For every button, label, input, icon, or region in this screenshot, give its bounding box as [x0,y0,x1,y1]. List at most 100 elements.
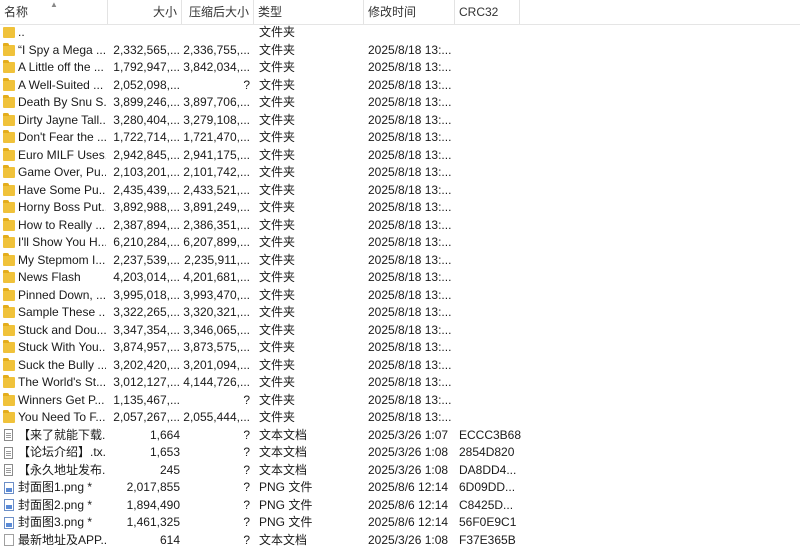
file-name: 封面图2.png * [18,497,93,512]
column-header-crc32[interactable]: CRC32 [455,0,520,24]
file-size: 2,237,539,... [113,252,180,267]
file-packed-size: 2,235,911,... [184,252,250,267]
column-header-name[interactable]: 名称 ▲ [0,0,108,24]
file-crc32 [459,24,521,42]
file-crc32 [459,269,521,287]
file-row[interactable]: My Stepmom I... 2,237,539,... 2,235,911,..… [0,252,800,270]
file-size: 3,892,988,... [113,200,180,214]
file-name: “I Spy a Mega ... [18,42,106,57]
column-header-type[interactable]: 类型 [254,0,364,24]
file-type: PNG 文件 [259,497,313,512]
folder-icon [3,77,15,91]
file-row[interactable]: Game Over, Pu... 2,103,201,... 2,101,742,.… [0,164,800,182]
file-packed-size: ? [243,480,250,494]
file-packed-size: 6,207,899,... [183,235,250,249]
file-list: .. 文件夹 “I Spy a Mega ... 2,332,565,... 2,336… [0,24,800,549]
file-packed-size: 3,320,321,... [183,305,250,319]
file-size: 3,280,404,... [113,112,180,127]
file-row[interactable]: Stuck With You... 3,874,957,... 3,873,575,… [0,339,800,357]
file-row[interactable]: Horny Boss Put... 3,892,988,... 3,891,249,… [0,199,800,217]
file-size: 2,387,894,... [113,217,180,232]
file-row[interactable]: 【论坛介绍】.tx... 1,653? 文本文档 2025/3/26 1:08 2854… [0,444,800,462]
file-packed-size: 2,101,742,... [183,165,250,179]
file-type: 文本文档 [259,445,308,459]
file-type: 文件夹 [259,340,296,354]
file-row[interactable]: 封面图2.png * 1,894,490? PNG 文件 2025/8/6 12:14… [0,497,800,515]
file-name: Game Over, Pu... [18,165,106,179]
file-modified: 2025/8/18 13:... [368,392,452,407]
file-crc32: 6D09DD... [459,480,516,494]
column-header-modified[interactable]: 修改时间 [364,0,455,24]
file-row[interactable]: Dirty Jayne Tall... 3,280,404,... 3,279,10… [0,112,800,130]
folder-icon [3,357,15,371]
file-type: 文件夹 [259,147,296,162]
file-crc32 [459,147,521,165]
file-size: 614 [159,532,180,547]
file-packed-size: 3,842,034,... [183,60,250,74]
file-row[interactable]: Stuck and Dou... 3,347,354,... 3,346,065,.… [0,322,800,340]
file-row[interactable]: “I Spy a Mega ... 2,332,565,... 2,336,755,… [0,42,800,60]
column-header-packed-size[interactable]: 压缩后大小 [182,0,254,24]
file-modified: 2025/8/18 13:... [368,77,452,92]
file-row[interactable]: How to Really ... 2,387,894,... 2,386,351,… [0,217,800,235]
column-header-size[interactable]: 大小 [108,0,182,24]
file-row[interactable]: Winners Get P... 1,135,467,...? 文件夹 2025/8/… [0,392,800,410]
file-row[interactable]: A Little off the ... 1,792,947,... 3,842,0… [0,59,800,77]
file-packed-size [182,24,250,42]
text-file-icon [4,446,13,459]
file-size: 6,210,284,... [113,235,180,249]
file-row[interactable]: Pinned Down, ... 3,995,018,... 3,993,470,.… [0,287,800,305]
file-row[interactable]: Suck the Bully ... 3,202,420,... 3,201,094… [0,357,800,375]
file-name: 封面图3.png * [18,515,93,529]
folder-icon [3,322,15,336]
file-packed-size: ? [243,445,250,459]
file-size: 2,435,439,... [113,182,180,197]
file-row[interactable]: Death By Snu S... 3,899,246,... 3,897,706,… [0,94,800,112]
folder-icon [3,217,15,231]
file-row[interactable]: 封面图3.png * 1,461,325? PNG 文件 2025/8/6 12:14… [0,514,800,532]
file-crc32 [459,182,521,200]
file-crc32: F37E365B [459,532,516,547]
file-row[interactable]: News Flash 4,203,014,... 4,201,681,... 文件夹 2… [0,269,800,287]
file-row[interactable]: 【来了就能下载... 1,664? 文本文档 2025/3/26 1:07 ECCC3B… [0,427,800,445]
file-name: Pinned Down, ... [18,287,106,302]
file-row[interactable]: 【永久地址发布... 245? 文本文档 2025/3/26 1:08 DA8DD4..… [0,462,800,480]
file-row[interactable]: .. 文件夹 [0,24,800,42]
file-size: 2,103,201,... [113,165,180,179]
file-row[interactable]: 最新地址及APP... 614? 文本文档 2025/3/26 1:08 F37E365… [0,532,800,550]
file-name: A Little off the ... [18,60,104,74]
folder-icon [3,410,15,423]
file-row[interactable]: The World's St... 3,012,127,... 4,144,726,… [0,374,800,392]
file-crc32 [459,164,521,182]
file-crc32 [459,94,521,112]
file-type: 文件夹 [259,410,296,424]
file-size: 1,792,947,... [113,60,180,74]
file-type: 文件夹 [259,305,296,319]
file-name: A Well-Suited ... [18,77,104,92]
file-row[interactable]: I'll Show You H... 6,210,284,... 6,207,899… [0,234,800,252]
file-packed-size: 3,891,249,... [183,200,250,214]
folder-icon [3,42,15,56]
file-crc32 [459,77,521,95]
file-size: 3,012,127,... [113,375,180,389]
file-row[interactable]: Sample These ... 3,322,265,... 3,320,321,.… [0,304,800,322]
column-header-name-label: 名称 [4,5,29,19]
file-crc32 [459,234,521,252]
file-modified: 2025/8/18 13:... [368,322,452,337]
folder-icon [3,182,15,196]
file-row[interactable]: 封面图1.png * 2,017,855? PNG 文件 2025/8/6 12:14… [0,479,800,497]
file-row[interactable]: Euro MILF Uses... 2,942,845,... 2,941,175,… [0,147,800,165]
file-modified: 2025/8/18 13:... [368,130,452,144]
file-size: 2,017,855 [126,480,180,494]
file-crc32 [459,112,521,130]
file-name: Horny Boss Put... [18,200,106,214]
file-row[interactable]: You Need To F... 2,057,267,... 2,055,444,.… [0,409,800,427]
file-name: Dirty Jayne Tall... [18,112,106,127]
file-row[interactable]: Have Some Pu... 2,435,439,... 2,433,521,..… [0,182,800,200]
file-name: 【来了就能下载... [18,427,106,442]
file-row[interactable]: Don't Fear the ... 1,722,714,... 1,721,470… [0,129,800,147]
file-row[interactable]: A Well-Suited ... 2,052,098,...? 文件夹 2025/8… [0,77,800,95]
file-packed-size: 3,346,065,... [183,322,250,337]
file-type: 文件夹 [259,25,296,39]
file-name: Stuck With You... [18,340,106,354]
